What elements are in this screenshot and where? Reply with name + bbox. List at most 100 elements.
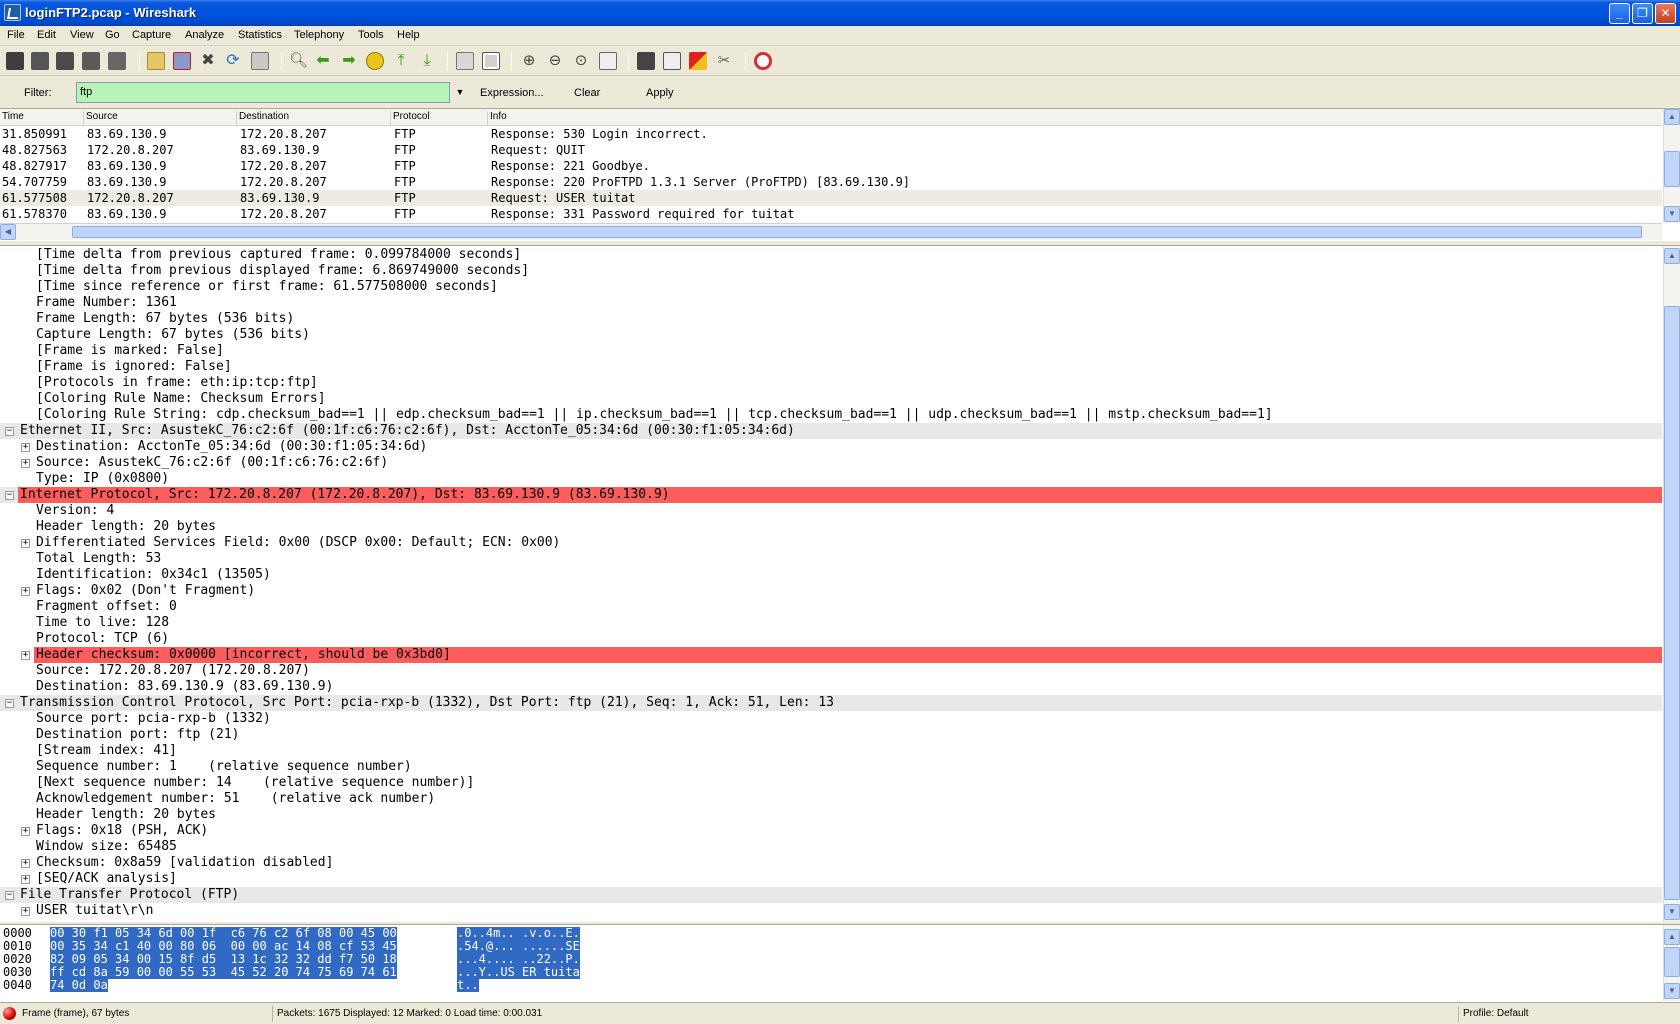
- detail-tree-node[interactable]: − Internet Protocol, Src: 172.20.8.207 (1…: [0, 487, 1662, 503]
- detail-tree-item[interactable]: + Flags: 0x18 (PSH, ACK): [0, 823, 1662, 839]
- detail-tree-item[interactable]: Total Length: 53: [0, 551, 1662, 567]
- detail-tree-node[interactable]: − File Transfer Protocol (FTP): [0, 887, 1662, 903]
- zoom-in-icon[interactable]: ⊕: [520, 52, 538, 70]
- detail-tree-item[interactable]: + Destination: AcctonTe_05:34:6d (00:30:f…: [0, 439, 1662, 455]
- apply-button[interactable]: Apply: [646, 87, 674, 99]
- menu-tools[interactable]: Tools: [358, 29, 384, 41]
- filter-dropdown-icon[interactable]: ▼: [452, 82, 468, 103]
- detail-tree-item[interactable]: Frame Length: 67 bytes (536 bits): [0, 311, 1662, 327]
- filter-input[interactable]: ftp: [76, 82, 450, 103]
- scroll-up-icon[interactable]: ▲: [1664, 929, 1680, 945]
- expand-icon[interactable]: +: [21, 859, 30, 868]
- scroll-down-icon[interactable]: ▼: [1664, 904, 1680, 920]
- detail-tree-item[interactable]: [Time since reference or first frame: 61…: [0, 279, 1662, 295]
- scroll-down-icon[interactable]: ▼: [1664, 983, 1680, 999]
- detail-tree-item[interactable]: + Header checksum: 0x0000 [incorrect, sho…: [0, 647, 1662, 663]
- expert-info-icon[interactable]: [3, 1007, 16, 1020]
- expression-button[interactable]: Expression...: [480, 87, 544, 99]
- detail-tree-item[interactable]: Type: IP (0x0800): [0, 471, 1662, 487]
- detail-tree-item[interactable]: Capture Length: 67 bytes (536 bits): [0, 327, 1662, 343]
- detail-tree-item[interactable]: Identification: 0x34c1 (13505): [0, 567, 1662, 583]
- packet-row[interactable]: 48.827563 172.20.8.207 83.69.130.9 FTP Reque…: [0, 142, 1662, 158]
- detail-tree-item[interactable]: [Frame is ignored: False]: [0, 359, 1662, 375]
- detail-tree-item[interactable]: Time to live: 128: [0, 615, 1662, 631]
- detail-tree-item[interactable]: Destination port: ftp (21): [0, 727, 1662, 743]
- reload-icon[interactable]: ⟳: [224, 52, 242, 70]
- menu-telephony[interactable]: Telephony: [294, 29, 344, 41]
- packet-row[interactable]: 54.707759 83.69.130.9 172.20.8.207 FTP Respo…: [0, 174, 1662, 190]
- detail-tree-item[interactable]: Header length: 20 bytes: [0, 807, 1662, 823]
- bytes-vscrollbar[interactable]: ▲ ▼: [1663, 925, 1680, 1001]
- detail-tree-item[interactable]: Protocol: TCP (6): [0, 631, 1662, 647]
- detail-tree-item[interactable]: Header length: 20 bytes: [0, 519, 1662, 535]
- detail-tree-item[interactable]: + Flags: 0x02 (Don't Fragment): [0, 583, 1662, 599]
- collapse-icon[interactable]: −: [5, 491, 14, 500]
- menu-statistics[interactable]: Statistics: [238, 29, 282, 41]
- menu-view[interactable]: View: [70, 29, 94, 41]
- detail-tree-item[interactable]: [Stream index: 41]: [0, 743, 1662, 759]
- detail-tree-item[interactable]: [Protocols in frame: eth:ip:tcp:ftp]: [0, 375, 1662, 391]
- expand-icon[interactable]: +: [21, 827, 30, 836]
- packet-row[interactable]: 61.578370 83.69.130.9 172.20.8.207 FTP Respo…: [0, 206, 1662, 222]
- column-header-info[interactable]: Info: [487, 111, 507, 125]
- scrollbar-thumb[interactable]: [1664, 151, 1680, 187]
- column-header-source[interactable]: Source: [83, 111, 118, 125]
- expand-icon[interactable]: +: [21, 875, 30, 884]
- coloring-rules-icon[interactable]: [689, 52, 707, 70]
- detail-tree-item[interactable]: + USER tuitat\r\n: [0, 903, 1662, 919]
- start-capture-icon[interactable]: [56, 52, 74, 70]
- detail-tree-item[interactable]: Version: 4: [0, 503, 1662, 519]
- details-vscrollbar[interactable]: ▲ ▼: [1663, 246, 1680, 922]
- detail-tree-item[interactable]: + Source: AsustekC_76:c2:6f (00:1f:c6:76:…: [0, 455, 1662, 471]
- status-profile[interactable]: Profile: Default: [1458, 1006, 1676, 1022]
- detail-tree-item[interactable]: [Coloring Rule Name: Checksum Errors]: [0, 391, 1662, 407]
- menu-file[interactable]: File: [7, 29, 25, 41]
- print-icon[interactable]: [251, 52, 269, 70]
- menu-capture[interactable]: Capture: [132, 29, 171, 41]
- preferences-icon[interactable]: ✂: [715, 52, 733, 70]
- detail-tree-item[interactable]: [Coloring Rule String: cdp.checksum_bad=…: [0, 407, 1662, 423]
- resize-columns-icon[interactable]: [599, 52, 617, 70]
- collapse-icon[interactable]: −: [5, 699, 14, 708]
- detail-tree-node[interactable]: − Ethernet II, Src: AsustekC_76:c2:6f (00…: [0, 423, 1662, 439]
- capture-options-icon[interactable]: [31, 52, 49, 70]
- collapse-icon[interactable]: −: [5, 891, 14, 900]
- auto-scroll-icon[interactable]: [482, 52, 500, 70]
- expand-icon[interactable]: +: [21, 651, 30, 660]
- menu-go[interactable]: Go: [105, 29, 120, 41]
- bytes-hex[interactable]: 74 0d 0a: [50, 979, 108, 992]
- scrollbar-thumb[interactable]: [1664, 947, 1680, 977]
- go-forward-icon[interactable]: ➡︎: [340, 52, 358, 70]
- menu-edit[interactable]: Edit: [37, 29, 56, 41]
- detail-tree-item[interactable]: Source port: pcia-rxp-b (1332): [0, 711, 1662, 727]
- detail-tree-item[interactable]: + [SEQ/ACK analysis]: [0, 871, 1662, 887]
- detail-tree-node[interactable]: − Transmission Control Protocol, Src Port…: [0, 695, 1662, 711]
- stop-capture-icon[interactable]: [82, 52, 100, 70]
- detail-tree-item[interactable]: Sequence number: 1 (relative sequence nu…: [0, 759, 1662, 775]
- save-file-icon[interactable]: [173, 52, 191, 70]
- go-back-icon[interactable]: ⬅︎: [314, 52, 332, 70]
- bytes-ascii[interactable]: t..: [457, 979, 479, 992]
- packet-list-hscrollbar[interactable]: ◀: [0, 223, 1662, 240]
- open-file-icon[interactable]: [147, 52, 165, 70]
- detail-tree-item[interactable]: Fragment offset: 0: [0, 599, 1662, 615]
- close-button[interactable]: ✕: [1655, 3, 1676, 24]
- detail-tree-item[interactable]: Window size: 65485: [0, 839, 1662, 855]
- zoom-normal-icon[interactable]: ⊙: [572, 52, 590, 70]
- detail-tree-item[interactable]: Frame Number: 1361: [0, 295, 1662, 311]
- detail-tree-item[interactable]: + Differentiated Services Field: 0x00 (DS…: [0, 535, 1662, 551]
- expand-icon[interactable]: +: [21, 459, 30, 468]
- menu-analyze[interactable]: Analyze: [185, 29, 224, 41]
- packet-row[interactable]: 31.850991 83.69.130.9 172.20.8.207 FTP Respo…: [0, 126, 1662, 142]
- column-header-protocol[interactable]: Protocol: [390, 111, 430, 125]
- colorize-icon[interactable]: [456, 52, 474, 70]
- detail-tree-item[interactable]: + Checksum: 0x8a59 [validation disabled]: [0, 855, 1662, 871]
- scroll-up-icon[interactable]: ▲: [1664, 248, 1680, 264]
- scroll-up-icon[interactable]: ▲: [1664, 109, 1680, 125]
- packet-row[interactable]: 61.577508 172.20.8.207 83.69.130.9 FTP Reque…: [0, 190, 1662, 206]
- detail-tree-item[interactable]: Acknowledgement number: 51 (relative ack…: [0, 791, 1662, 807]
- clear-button[interactable]: Clear: [574, 87, 600, 99]
- scrollbar-thumb[interactable]: [1664, 306, 1680, 900]
- capture-filters-icon[interactable]: [637, 52, 655, 70]
- find-packet-icon[interactable]: 🔍︎: [289, 52, 308, 70]
